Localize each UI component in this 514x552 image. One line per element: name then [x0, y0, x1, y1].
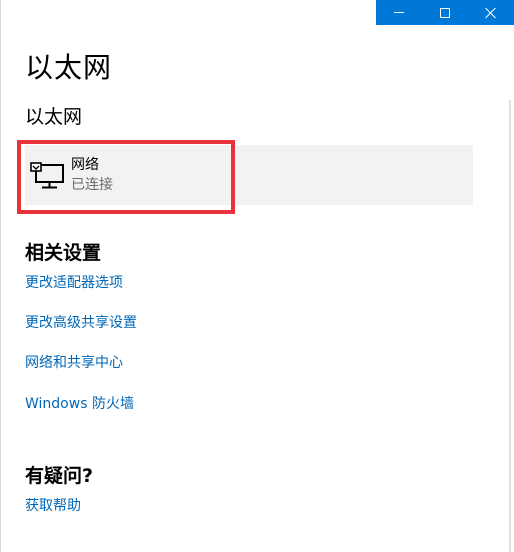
network-card[interactable]: 网络 已连接: [25, 145, 473, 205]
related-settings-heading: 相关设置: [25, 242, 102, 264]
maximize-button[interactable]: [422, 0, 468, 25]
questions-heading: 有疑问?: [25, 465, 94, 487]
maximize-icon: [440, 7, 450, 18]
network-sharing-center-link[interactable]: 网络和共享中心: [25, 352, 123, 372]
ethernet-monitor-icon: [25, 145, 71, 205]
change-advanced-sharing-link[interactable]: 更改高级共享设置: [25, 312, 137, 332]
close-icon: [485, 7, 497, 19]
close-button[interactable]: [468, 0, 514, 25]
minimize-button[interactable]: [376, 0, 422, 25]
page-title: 以太网: [25, 51, 113, 84]
settings-window: 以太网 以太网 网络 已连接 相关设置 更改适配器选项 更改高级共享设置 网络和…: [0, 0, 514, 552]
network-name: 网络: [71, 157, 99, 173]
caption-buttons: [376, 0, 514, 25]
change-adapter-options-link[interactable]: 更改适配器选项: [25, 272, 123, 292]
minimize-icon: [394, 12, 404, 13]
network-status: 已连接: [71, 177, 113, 193]
ethernet-section-heading: 以太网: [25, 106, 83, 128]
scrollbar-track[interactable]: [509, 100, 511, 552]
get-help-link[interactable]: 获取帮助: [25, 495, 81, 515]
windows-firewall-link[interactable]: Windows 防火墙: [25, 393, 134, 413]
network-text: 网络 已连接: [71, 155, 113, 195]
